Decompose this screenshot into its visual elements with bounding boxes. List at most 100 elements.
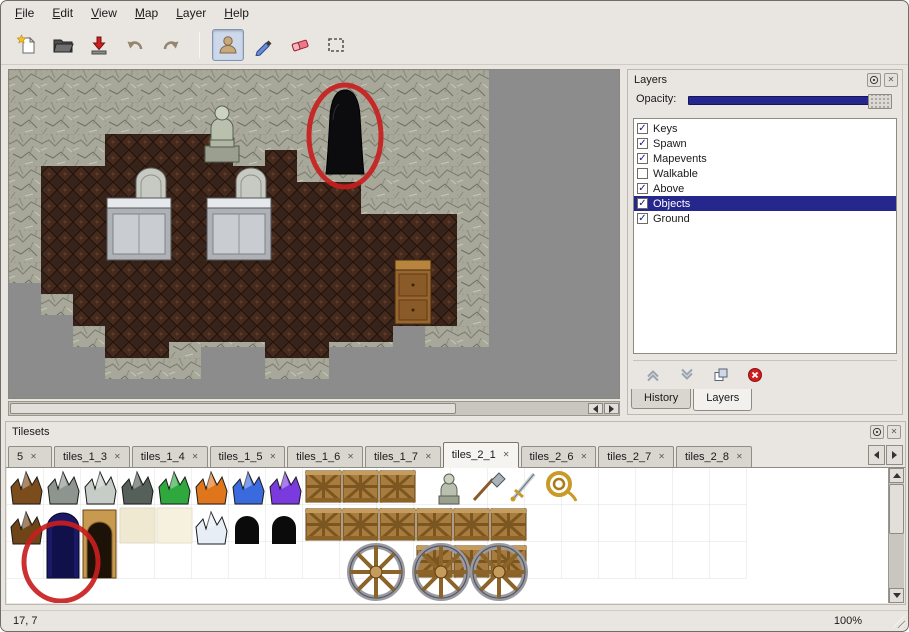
draw-tool-button[interactable] [248,29,280,61]
layer-row[interactable]: Walkable [634,166,896,181]
tile-cave-arch[interactable] [235,516,259,544]
close-tab-icon[interactable] [347,453,354,461]
tile-wood-track[interactable] [380,471,415,502]
resize-grip[interactable] [892,615,905,628]
close-tab-icon[interactable] [658,453,665,461]
save-button[interactable] [83,29,115,61]
tile-wagon-wheel[interactable] [350,546,402,598]
redo-button[interactable] [155,29,187,61]
map-viewport[interactable] [8,69,620,399]
close-tab-icon[interactable] [736,453,743,461]
layer-visibility-checkbox[interactable] [637,123,648,134]
menu-map[interactable]: Map [127,3,166,23]
layer-visibility-checkbox[interactable] [637,213,648,224]
lower-layer-button[interactable] [677,365,697,385]
tileset-tab[interactable]: tiles_2_6 [521,446,597,467]
tabs-scroll-right-button[interactable] [886,445,903,465]
close-tab-icon[interactable] [192,453,199,461]
tileset-tab[interactable]: tiles_1_7 [365,446,441,467]
opacity-slider-handle[interactable] [868,94,892,109]
down-arrow-icon [893,593,901,598]
tileset-tab[interactable]: tiles_1_5 [210,446,286,467]
scroll-right-button[interactable] [604,403,619,414]
map-tomb-left [107,198,171,260]
float-panel-button[interactable] [870,425,884,439]
delete-layer-button[interactable] [745,365,765,385]
redo-icon [160,34,182,56]
tile-wood-track[interactable] [343,471,378,502]
layer-visibility-checkbox[interactable] [637,153,648,164]
eraser-tool-button[interactable] [284,29,316,61]
undo-button[interactable] [119,29,151,61]
tab-history[interactable]: History [631,389,691,409]
map-canvas[interactable] [9,70,619,398]
close-panel-button[interactable] [887,425,901,439]
hscroll-thumb[interactable] [10,403,456,414]
tile-pale-tile[interactable] [120,508,155,543]
tileset-vertical-scrollbar[interactable] [888,468,904,603]
tileset-tiles[interactable] [7,468,873,603]
layer-row[interactable]: Ground [634,211,896,226]
tileset-tab[interactable]: tiles_2_7 [598,446,674,467]
raise-layer-button[interactable] [643,365,663,385]
new-button[interactable] [11,29,43,61]
chevron-down-icon [679,367,695,383]
tile-cave-arch[interactable] [272,516,296,544]
close-tab-icon[interactable] [425,453,432,461]
layers-panel-title: Layers [634,74,864,86]
tile-wood-track[interactable] [454,509,489,540]
map-horizontal-scrollbar[interactable] [8,401,620,416]
layer-row-selected[interactable]: Objects [634,196,896,211]
layer-visibility-checkbox[interactable] [637,138,648,149]
layer-toolbar [633,360,897,388]
float-panel-button[interactable] [867,73,881,87]
layer-visibility-checkbox[interactable] [637,168,648,179]
tile-wood-track[interactable] [491,509,526,540]
menu-edit[interactable]: Edit [44,3,81,23]
layer-row[interactable]: Spawn [634,136,896,151]
duplicate-layer-button[interactable] [711,365,731,385]
stamp-tool-button[interactable] [212,29,244,61]
select-tool-button[interactable] [320,29,352,61]
scroll-down-button[interactable] [889,588,904,603]
scroll-left-button[interactable] [588,403,603,414]
layer-row[interactable]: Above [634,181,896,196]
close-tab-icon[interactable] [114,453,121,461]
close-tab-icon[interactable] [503,451,510,459]
layer-row[interactable]: Mapevents [634,151,896,166]
tileset-tab[interactable]: 5 [8,446,52,467]
vscroll-thumb[interactable] [889,484,904,534]
tab-layers[interactable]: Layers [693,389,752,411]
layer-list[interactable]: Keys Spawn Mapevents Walkable Above Obje… [633,118,897,354]
tileset-tab[interactable]: tiles_1_3 [54,446,130,467]
menu-view[interactable]: View [83,3,125,23]
close-panel-button[interactable] [884,73,898,87]
tabs-scroll-left-button[interactable] [868,445,885,465]
tile-wood-track[interactable] [306,471,341,502]
tileset-tab-active[interactable]: tiles_2_1 [443,442,519,468]
tileset-tab[interactable]: tiles_1_6 [287,446,363,467]
menu-help[interactable]: Help [216,3,257,23]
layer-row[interactable]: Keys [634,121,896,136]
close-tab-icon[interactable] [270,453,277,461]
menu-layer[interactable]: Layer [168,3,214,23]
close-tab-icon[interactable] [30,453,37,461]
tile-wood-track[interactable] [306,509,341,540]
tile-wood-track[interactable] [380,509,415,540]
tile-wood-track[interactable] [417,509,452,540]
tile-wood-track[interactable] [343,509,378,540]
open-button[interactable] [47,29,79,61]
tile-pale-tile[interactable] [157,508,192,543]
layer-visibility-checkbox[interactable] [637,183,648,194]
tile-wagon-wheel[interactable] [415,546,467,598]
scroll-up-button[interactable] [889,468,904,483]
tileset-canvas[interactable] [7,468,888,603]
menu-file[interactable]: File [7,3,42,23]
layer-visibility-checkbox[interactable] [637,198,648,209]
close-tab-icon[interactable] [581,453,588,461]
tileset-tab[interactable]: tiles_2_8 [676,446,752,467]
map-editor-window: File Edit View Map Layer Help [0,0,909,632]
opacity-slider[interactable] [688,96,892,105]
tile-wagon-wheel[interactable] [473,546,525,598]
tileset-tab[interactable]: tiles_1_4 [132,446,208,467]
